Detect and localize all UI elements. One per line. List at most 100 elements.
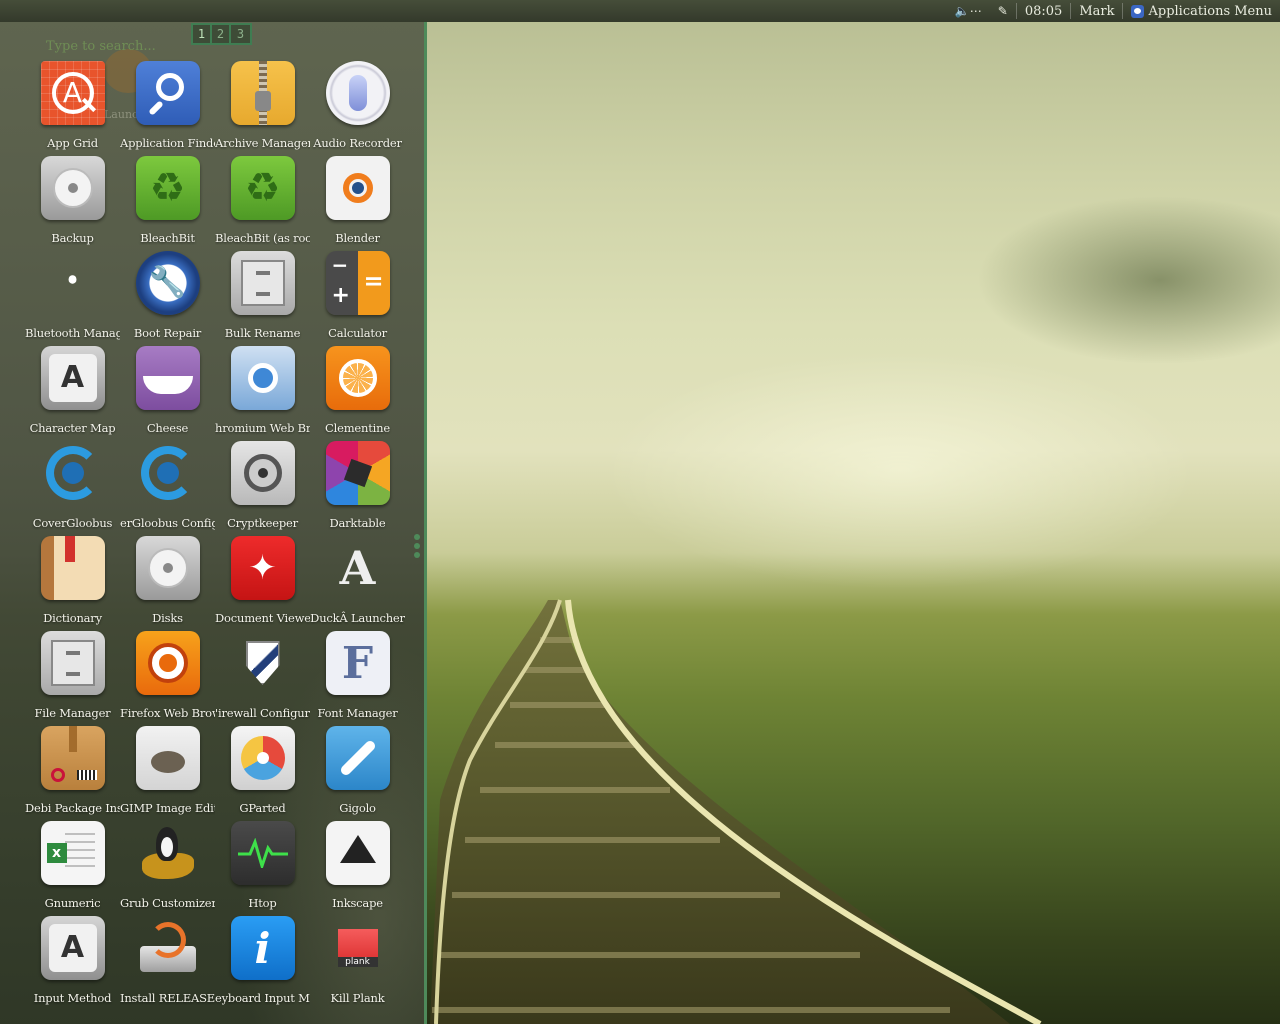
- app-item-input-method[interactable]: A Input Method: [25, 915, 120, 1010]
- applications-menu-button[interactable]: Applications Menu: [1123, 0, 1280, 22]
- app-item-clementine[interactable]: Clementine: [310, 345, 405, 440]
- app-item-bleachbit[interactable]: ♻ BleachBit: [120, 155, 215, 250]
- pen-icon: ✎: [997, 4, 1008, 18]
- calculator-icon: − + =: [325, 251, 390, 315]
- app-item-gnumeric[interactable]: x Gnumeric: [25, 820, 120, 915]
- app-item-disks[interactable]: Disks: [120, 535, 215, 630]
- app-item-bulk-rename[interactable]: Bulk Rename: [215, 250, 310, 345]
- app-item-archive-manager[interactable]: Archive Manager: [215, 60, 310, 155]
- orange-slice-icon: [325, 346, 390, 410]
- app-item-file-manager[interactable]: File Manager: [25, 630, 120, 725]
- plank-icon: plank: [326, 916, 390, 980]
- app-label: Disks: [152, 611, 183, 625]
- grin-icon: [135, 346, 200, 410]
- app-item-cheese[interactable]: Cheese: [120, 345, 215, 440]
- app-item-kill-plank[interactable]: plank Kill Plank: [310, 915, 405, 1010]
- search-input[interactable]: Type to search...: [46, 39, 156, 54]
- app-label: Kill Plank: [330, 991, 385, 1005]
- app-item-keyboard-input-method[interactable]: i eyboard Input Methoi: [215, 915, 310, 1010]
- app-item-font-manager[interactable]: F Font Manager: [310, 630, 405, 725]
- app-item-dictionary[interactable]: Dictionary: [25, 535, 120, 630]
- app-item-gimp[interactable]: GIMP Image Editor: [120, 725, 215, 820]
- app-label: Boot Repair: [133, 326, 202, 340]
- firefox-icon: [135, 631, 200, 695]
- app-item-blender[interactable]: Blender: [310, 155, 405, 250]
- app-item-application-finder[interactable]: Application Finder: [120, 60, 215, 155]
- disc-icon: [230, 726, 295, 790]
- app-label: Bulk Rename: [224, 326, 301, 340]
- app-item-bleachbit-root[interactable]: ♻ BleachBit (as root): [215, 155, 310, 250]
- app-item-bluetooth-manager[interactable]: ᛫ Bluetooth Manager: [25, 250, 120, 345]
- user-menu[interactable]: Mark: [1071, 0, 1122, 22]
- volume-indicator[interactable]: 🔈⋯: [947, 0, 990, 22]
- app-label: Cheese: [146, 421, 189, 435]
- xfce-logo-icon: [1131, 4, 1145, 18]
- app-label: Clementine: [325, 421, 390, 435]
- magnifier-icon: [135, 61, 200, 125]
- app-item-covergloobus-config[interactable]: erGloobus Configurat: [120, 440, 215, 535]
- app-label: Cryptkeeper: [227, 516, 298, 530]
- app-item-gparted[interactable]: GParted: [215, 725, 310, 820]
- app-item-duck-launcher[interactable]: A DuckÂ Launcher: [310, 535, 405, 630]
- app-item-firewall[interactable]: 'irewall Configuratior: [215, 630, 310, 725]
- heartbeat-icon: [230, 821, 295, 885]
- app-item-calculator[interactable]: − + = Calculator: [310, 250, 405, 345]
- applications-menu-label: Applications Menu: [1148, 3, 1272, 19]
- app-label: GIMP Image Editor: [120, 801, 215, 815]
- inkscape-icon: [325, 821, 390, 885]
- app-item-firefox[interactable]: Firefox Web Browser: [120, 630, 215, 725]
- page-switcher: 1 2 3: [191, 23, 252, 45]
- file-cabinet-icon: [40, 631, 105, 695]
- page-3-button[interactable]: 3: [231, 25, 250, 43]
- app-label: Install RELEASE: [120, 991, 215, 1005]
- zipper-icon: [230, 61, 295, 125]
- page-2-button[interactable]: 2: [212, 25, 231, 43]
- app-item-backup[interactable]: Backup: [25, 155, 120, 250]
- scroll-handle[interactable]: [414, 534, 420, 558]
- wrench-icon: 🔧: [135, 251, 200, 315]
- app-item-grub-customizer[interactable]: Grub Customizer: [120, 820, 215, 915]
- app-label: Calculator: [328, 326, 387, 340]
- app-label: File Manager: [34, 706, 111, 720]
- app-item-boot-repair[interactable]: 🔧 Boot Repair: [120, 250, 215, 345]
- clock[interactable]: 08:05: [1017, 0, 1070, 22]
- vault-icon: [230, 441, 295, 505]
- app-label: DuckÂ Launcher: [310, 611, 405, 625]
- app-item-debian-package-installer[interactable]: Debi Package Installe: [25, 725, 120, 820]
- app-label: Dictionary: [43, 611, 102, 625]
- app-label: Grub Customizer: [120, 896, 215, 910]
- speaker-icon: 🔈⋯: [954, 4, 982, 18]
- app-item-app-grid[interactable]: A App Grid: [25, 60, 120, 155]
- app-label: Backup: [51, 231, 94, 245]
- app-item-htop[interactable]: Htop: [215, 820, 310, 915]
- app-item-character-map[interactable]: A Character Map: [25, 345, 120, 440]
- app-item-darktable[interactable]: Darktable: [310, 440, 405, 535]
- app-item-gigolo[interactable]: Gigolo: [310, 725, 405, 820]
- app-item-audio-recorder[interactable]: Audio Recorder: [310, 60, 405, 155]
- app-item-install-release[interactable]: Install RELEASE: [120, 915, 215, 1010]
- recycle-icon: ♻: [135, 156, 200, 220]
- pen-indicator[interactable]: ✎: [990, 0, 1016, 22]
- top-panel: 🔈⋯ ✎ 08:05 Mark Applications Menu: [0, 0, 1280, 22]
- app-label: Character Map: [29, 421, 116, 435]
- file-cabinet-icon: [230, 251, 295, 315]
- app-item-inkscape[interactable]: Inkscape: [310, 820, 405, 915]
- page-1-button[interactable]: 1: [193, 25, 212, 43]
- app-item-chromium[interactable]: hromium Web Browse: [215, 345, 310, 440]
- package-box-icon: [40, 726, 105, 790]
- app-item-cryptkeeper[interactable]: Cryptkeeper: [215, 440, 310, 535]
- app-item-document-viewer[interactable]: ✦ Document Viewer: [215, 535, 310, 630]
- app-item-covergloobus[interactable]: CoverGloobus: [25, 440, 120, 535]
- swirl-icon: [136, 441, 200, 505]
- recycle-icon: ♻: [230, 156, 295, 220]
- chromium-icon: [230, 346, 295, 410]
- installer-icon: [136, 916, 200, 980]
- letter-a-icon: A: [339, 541, 376, 595]
- app-label: eyboard Input Methoi: [215, 991, 310, 1005]
- app-label: 'irewall Configuratior: [215, 706, 310, 720]
- app-label: App Grid: [47, 136, 98, 150]
- hard-disk-icon: [135, 536, 200, 600]
- plug-icon: [325, 726, 390, 790]
- app-label: Firefox Web Browser: [120, 706, 215, 720]
- gimp-icon: [135, 726, 200, 790]
